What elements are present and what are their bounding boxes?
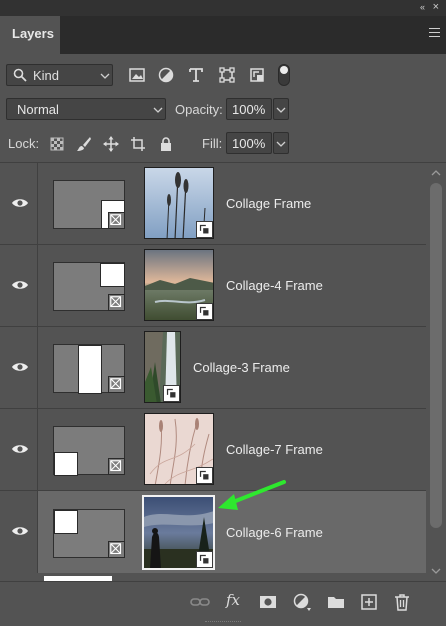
adjustment-filter-icon[interactable] (157, 66, 175, 84)
visibility-column (0, 491, 38, 575)
close-panel-button[interactable]: × (433, 1, 439, 13)
delete-layer-icon[interactable] (392, 592, 412, 612)
frame-badge-icon (108, 212, 125, 229)
lock-row: Lock: Fill: 100% (0, 132, 446, 156)
scroll-down-arrow-icon[interactable] (430, 567, 442, 575)
search-icon (13, 68, 27, 82)
filter-kind-select[interactable]: Kind (6, 64, 113, 86)
eye-icon[interactable] (11, 525, 29, 537)
smart-object-badge-icon (196, 467, 213, 484)
fill-dropdown-button[interactable] (273, 132, 289, 154)
fill-label: Fill: (202, 136, 223, 151)
layer-row[interactable]: Collage Frame (0, 163, 426, 245)
frame-thumbnail (53, 344, 125, 394)
smart-object-badge-icon (163, 385, 180, 402)
visibility-column (0, 163, 38, 244)
smart-object-badge-icon (196, 551, 213, 568)
layer-row[interactable]: Collage-3 Frame (0, 327, 426, 409)
image-filter-icon[interactable] (128, 66, 146, 84)
fill-input[interactable]: 100% (226, 132, 272, 154)
frame-badge-icon (108, 541, 125, 558)
opacity-dropdown-button[interactable] (273, 98, 289, 120)
panel-menu-icon[interactable] (429, 28, 440, 37)
visibility-column (0, 245, 38, 326)
collapse-panel-button[interactable]: « (420, 2, 425, 12)
layers-bottom-toolbar: fx (0, 581, 446, 626)
frame-badge-icon (108, 294, 125, 311)
smart-object-badge-icon (196, 303, 213, 320)
layer-thumbnail (144, 413, 214, 485)
blend-row: Normal Opacity: 100% (0, 98, 446, 122)
tab-layers[interactable]: Layers (0, 16, 60, 54)
type-filter-icon[interactable] (187, 66, 205, 84)
filter-kind-label: Kind (33, 68, 60, 83)
frame-thumbnail (53, 262, 125, 311)
opacity-input[interactable]: 100% (226, 98, 272, 120)
frame-badge-icon (108, 376, 125, 393)
frame-thumbnail (53, 509, 125, 558)
layer-thumbnail (142, 495, 215, 570)
chevron-down-icon (276, 141, 286, 147)
layer-row-selected[interactable]: Collage-6 Frame (0, 491, 426, 575)
eye-icon[interactable] (11, 361, 29, 373)
artboard-autonest-icon[interactable] (130, 136, 146, 152)
lock-label: Lock: (8, 136, 40, 151)
adjustment-layer-icon[interactable] (292, 592, 312, 612)
eye-icon[interactable] (11, 197, 29, 209)
smart-object-badge-icon (196, 221, 213, 238)
layer-name: Collage-3 Frame (193, 360, 290, 375)
layer-name: Collage-6 Frame (226, 525, 323, 540)
layer-name: Collage-7 Frame (226, 442, 323, 457)
opacity-label: Opacity: (175, 102, 223, 117)
eye-icon[interactable] (11, 443, 29, 455)
eye-icon[interactable] (11, 279, 29, 291)
panel-top-bar: « × (0, 0, 446, 16)
layer-name: Collage-4 Frame (226, 278, 323, 293)
smart-object-filter-icon[interactable] (248, 66, 266, 84)
lock-transparent-pixels-icon[interactable] (49, 136, 65, 152)
new-layer-icon[interactable] (359, 592, 379, 612)
layers-list: Collage Frame Collage-4 Frame Collage-3 … (0, 163, 426, 626)
frame-thumbnail (53, 180, 125, 229)
layer-thumbnail (144, 167, 214, 239)
visibility-column (0, 409, 38, 490)
layer-style-button[interactable]: fx (226, 591, 246, 611)
layer-row[interactable]: Collage-4 Frame (0, 245, 426, 327)
panel-tab-row: Layers (0, 16, 446, 54)
scrollbar-thumb[interactable] (430, 183, 442, 528)
shape-filter-icon[interactable] (218, 66, 236, 84)
layer-thumbnail (144, 331, 181, 403)
scroll-up-arrow-icon[interactable] (430, 169, 442, 177)
filter-row: Kind (0, 62, 446, 88)
panel-resize-grip[interactable] (205, 621, 241, 624)
visibility-column (0, 327, 38, 408)
chevron-down-icon (153, 107, 163, 113)
layer-name: Collage Frame (226, 196, 312, 211)
lock-position-icon[interactable] (103, 136, 119, 152)
chevron-down-icon (276, 107, 286, 113)
layer-row[interactable]: Collage-7 Frame (0, 409, 426, 491)
filter-toggle-switch[interactable] (278, 64, 290, 86)
lock-image-pixels-icon[interactable] (76, 136, 92, 152)
new-group-icon[interactable] (326, 592, 346, 612)
lock-all-icon[interactable] (158, 136, 174, 152)
link-layers-icon[interactable] (190, 592, 210, 612)
fx-label: fx (226, 591, 241, 609)
blend-mode-value: Normal (17, 102, 59, 117)
chevron-down-icon (100, 73, 110, 79)
frame-thumbnail (53, 426, 125, 476)
layers-scrollbar[interactable] (426, 163, 446, 581)
add-mask-icon[interactable] (258, 592, 278, 612)
frame-badge-icon (108, 458, 125, 475)
layer-thumbnail (144, 249, 214, 321)
blend-mode-select[interactable]: Normal (6, 98, 166, 120)
